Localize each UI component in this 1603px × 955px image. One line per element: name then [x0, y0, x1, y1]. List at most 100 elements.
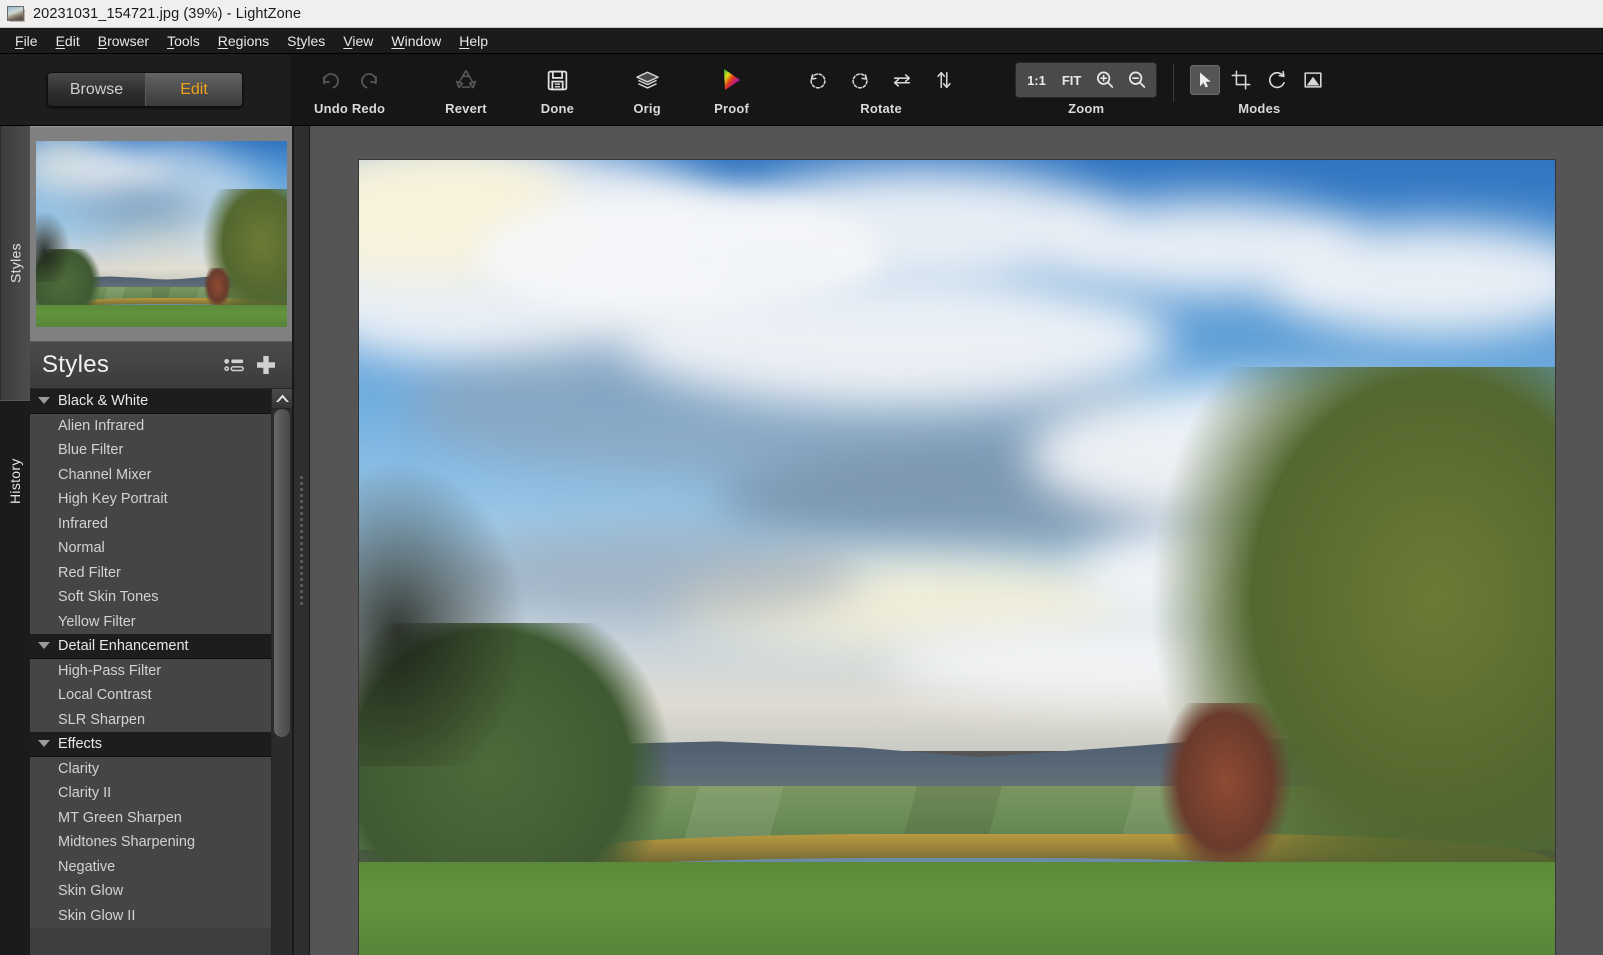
- redo-icon[interactable]: [354, 65, 384, 95]
- image-canvas[interactable]: [310, 126, 1603, 955]
- main-body: Styles History: [0, 126, 1603, 955]
- toolbar-group-undo-redo: Undo Redo: [314, 60, 385, 116]
- toolbar-group-modes: Modes: [1190, 60, 1328, 116]
- toolbar-group-revert: Revert: [445, 60, 487, 116]
- toolbar-label-rotate: Rotate: [860, 101, 902, 116]
- thumbnail-preview[interactable]: [30, 126, 292, 341]
- chevron-down-icon: [38, 397, 50, 404]
- list-item[interactable]: Clarity II: [30, 781, 271, 806]
- main-photo: [359, 160, 1555, 955]
- toolbar-label-undo-redo: Undo Redo: [314, 101, 385, 116]
- toolbar-group-rotate: Rotate: [803, 60, 959, 116]
- styles-panel-header: Styles: [30, 341, 292, 389]
- menu-tools[interactable]: Tools: [158, 30, 209, 52]
- rotate-right-icon[interactable]: [845, 65, 875, 95]
- side-tab-styles[interactable]: Styles: [0, 126, 30, 401]
- zoom-one-to-one-button[interactable]: 1:1: [1020, 73, 1053, 88]
- list-item[interactable]: Infrared: [30, 512, 271, 537]
- main-toolbar: Browse Edit Undo Re: [0, 54, 1603, 126]
- region-icon[interactable]: [1298, 65, 1328, 95]
- rotate-left-icon[interactable]: [803, 65, 833, 95]
- chevron-down-icon: [38, 642, 50, 649]
- zoom-out-icon[interactable]: [1122, 65, 1152, 95]
- styles-panel-title: Styles: [42, 351, 218, 379]
- list-item[interactable]: Normal: [30, 536, 271, 561]
- toolbar-label-modes: Modes: [1238, 101, 1280, 116]
- list-item[interactable]: Midtones Sharpening: [30, 830, 271, 855]
- color-gamut-icon[interactable]: [717, 65, 747, 95]
- panel-splitter[interactable]: [293, 126, 310, 955]
- styles-category-black-and-white[interactable]: Black & White: [30, 389, 271, 414]
- flip-vertical-icon[interactable]: [929, 65, 959, 95]
- menu-regions[interactable]: Regions: [209, 30, 278, 52]
- list-item[interactable]: Local Contrast: [30, 683, 271, 708]
- crop-icon[interactable]: [1226, 65, 1256, 95]
- rotate-mode-icon[interactable]: [1262, 65, 1292, 95]
- photo-icon: [7, 6, 24, 21]
- category-label: Effects: [58, 736, 102, 752]
- list-item[interactable]: SLR Sharpen: [30, 708, 271, 733]
- menu-styles[interactable]: Styles: [278, 30, 334, 52]
- menu-window[interactable]: Window: [382, 30, 450, 52]
- flip-horizontal-icon[interactable]: [887, 65, 917, 95]
- list-item[interactable]: High-Pass Filter: [30, 659, 271, 684]
- list-item[interactable]: Clarity: [30, 757, 271, 782]
- toolbar-group-zoom: 1:1 FIT: [1015, 60, 1157, 116]
- styles-category-effects[interactable]: Effects: [30, 732, 271, 757]
- list-item[interactable]: Negative: [30, 855, 271, 880]
- menu-file[interactable]: File: [6, 30, 47, 52]
- category-label: Detail Enhancement: [58, 638, 189, 654]
- chevron-down-icon: [38, 740, 50, 747]
- styles-panel: Styles Black & White: [30, 126, 293, 955]
- plus-icon[interactable]: [250, 350, 282, 380]
- tab-edit[interactable]: Edit: [145, 73, 242, 106]
- styles-category-detail-enhancement[interactable]: Detail Enhancement: [30, 634, 271, 659]
- browse-edit-toggle: Browse Edit: [47, 72, 243, 107]
- splitter-grip: [300, 476, 303, 606]
- mode-switch-container: Browse Edit: [0, 54, 290, 125]
- list-item[interactable]: High Key Portrait: [30, 487, 271, 512]
- window-title: 20231031_154721.jpg (39%) - LightZone: [33, 6, 301, 22]
- zoom-control-group: 1:1 FIT: [1015, 62, 1157, 98]
- list-item[interactable]: Yellow Filter: [30, 610, 271, 635]
- list-view-icon[interactable]: [218, 350, 250, 380]
- side-tab-history[interactable]: History: [0, 401, 30, 561]
- tab-browse[interactable]: Browse: [48, 73, 145, 106]
- side-tab-strip: Styles History: [0, 126, 30, 955]
- toolbar-label-revert: Revert: [445, 101, 487, 116]
- list-item[interactable]: Red Filter: [30, 561, 271, 586]
- zoom-fit-button[interactable]: FIT: [1055, 73, 1089, 88]
- list-item[interactable]: Channel Mixer: [30, 463, 271, 488]
- styles-list-scrollbar[interactable]: [271, 389, 292, 955]
- toolbar-label-done: Done: [541, 101, 574, 116]
- toolbar-divider: [1173, 64, 1174, 102]
- list-item[interactable]: Skin Glow: [30, 879, 271, 904]
- pointer-icon[interactable]: [1190, 65, 1220, 95]
- window-title-bar: 20231031_154721.jpg (39%) - LightZone: [0, 0, 1603, 28]
- toolbar-group-orig: Orig: [632, 60, 662, 116]
- toolbar-label-proof: Proof: [714, 101, 749, 116]
- menu-view[interactable]: View: [334, 30, 382, 52]
- list-item[interactable]: Soft Skin Tones: [30, 585, 271, 610]
- list-item[interactable]: Alien Infrared: [30, 414, 271, 439]
- toolbar-label-orig: Orig: [633, 101, 661, 116]
- menu-bar: File Edit Browser Tools Regions Styles V…: [0, 28, 1603, 54]
- scrollbar-track[interactable]: [272, 409, 292, 955]
- list-item[interactable]: Blue Filter: [30, 438, 271, 463]
- menu-edit[interactable]: Edit: [47, 30, 89, 52]
- thumbnail-image: [36, 141, 287, 327]
- menu-browser[interactable]: Browser: [89, 30, 158, 52]
- category-label: Black & White: [58, 393, 148, 409]
- layers-icon[interactable]: [632, 65, 662, 95]
- recycle-icon[interactable]: [451, 65, 481, 95]
- scrollbar-thumb[interactable]: [274, 409, 290, 737]
- list-item[interactable]: Skin Glow II: [30, 904, 271, 929]
- undo-icon[interactable]: [316, 65, 346, 95]
- list-item[interactable]: MT Green Sharpen: [30, 806, 271, 831]
- side-tab-filler: [0, 561, 30, 955]
- chevron-up-icon[interactable]: [272, 389, 292, 409]
- zoom-in-icon[interactable]: [1090, 65, 1120, 95]
- save-floppy-icon[interactable]: [542, 65, 572, 95]
- styles-list[interactable]: Black & White Alien Infrared Blue Filter…: [30, 389, 271, 955]
- menu-help[interactable]: Help: [450, 30, 497, 52]
